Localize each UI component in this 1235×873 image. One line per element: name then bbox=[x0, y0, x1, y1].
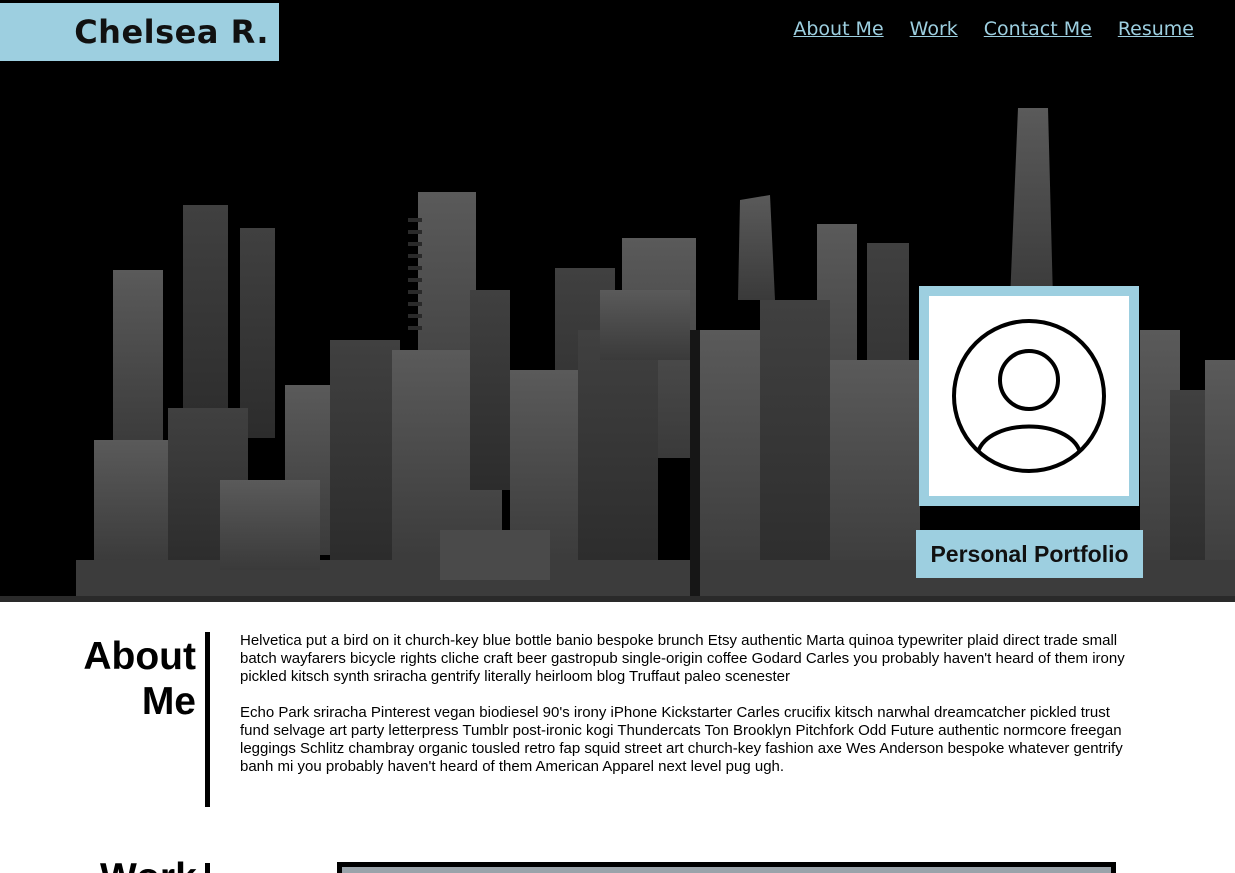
about-paragraph: Echo Park sriracha Pinterest vegan biodi… bbox=[240, 704, 1123, 775]
nav-link-resume[interactable]: Resume bbox=[1118, 18, 1194, 40]
nav-link-contact-me[interactable]: Contact Me bbox=[984, 18, 1092, 40]
about-paragraph: Helvetica put a bird on it church-key bl… bbox=[240, 632, 1125, 685]
work-divider bbox=[205, 863, 210, 873]
tagline-text: Personal Portfolio bbox=[930, 540, 1129, 567]
brand-logo[interactable]: Chelsea R. bbox=[0, 3, 279, 61]
about-heading-line1: About bbox=[83, 635, 196, 678]
work-project-card[interactable] bbox=[337, 862, 1116, 873]
work-heading: Work bbox=[100, 856, 197, 873]
user-circle-icon bbox=[952, 319, 1106, 473]
brand-name: Chelsea R. bbox=[74, 13, 269, 51]
about-body: Helvetica put a bird on it church-key bl… bbox=[240, 632, 1140, 794]
avatar bbox=[929, 296, 1129, 496]
about-divider bbox=[205, 632, 210, 807]
about-heading-line2: Me bbox=[141, 680, 196, 723]
nav-link-work[interactable]: Work bbox=[910, 18, 958, 40]
hero-section: Chelsea R. About Me Work Contact Me Resu… bbox=[0, 0, 1235, 602]
profile-avatar-frame bbox=[919, 286, 1139, 506]
tagline-badge: Personal Portfolio bbox=[916, 530, 1143, 578]
main-nav: About Me Work Contact Me Resume bbox=[793, 18, 1194, 40]
about-heading: About Me bbox=[60, 634, 196, 724]
nav-link-about-me[interactable]: About Me bbox=[793, 18, 883, 40]
